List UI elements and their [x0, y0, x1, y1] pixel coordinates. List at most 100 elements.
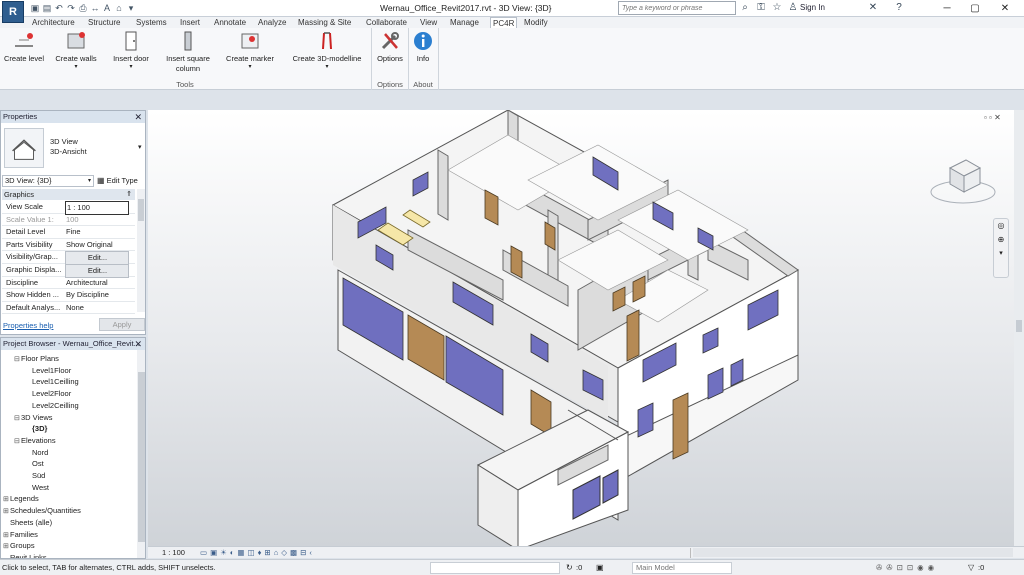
tree-item[interactable]: ⊞Groups: [3, 540, 35, 552]
property-row[interactable]: Visibility/Grap... Edit...: [2, 251, 135, 266]
close-hidden-icon[interactable]: ▾: [126, 3, 136, 13]
tree-toggle-icon[interactable]: ⊞: [3, 530, 10, 541]
binoculars-icon[interactable]: ⌕: [738, 1, 752, 15]
properties-scrollbar[interactable]: [137, 189, 145, 312]
create-3d-modelline-button[interactable]: Create 3D-modelline ▾: [286, 30, 368, 70]
maximize-button[interactable]: ▢: [962, 0, 988, 17]
zoom-icon[interactable]: ⊕: [994, 233, 1008, 247]
main-model-selector[interactable]: Main Model: [632, 562, 732, 574]
property-row[interactable]: Discipline Architectural: [2, 277, 135, 290]
tree-toggle-icon[interactable]: ⊞: [3, 494, 10, 505]
tab-collaborate[interactable]: Collaborate: [364, 17, 409, 28]
subscription-icon[interactable]: ⚿: [754, 1, 768, 15]
edit-type-button[interactable]: ▦ Edit Type: [97, 175, 138, 187]
property-row[interactable]: Scale Value 1: 100: [2, 214, 135, 227]
tree-toggle-icon[interactable]: ⊟: [14, 354, 21, 365]
tab-pc4r[interactable]: PC4R: [490, 17, 518, 28]
tab-annotate[interactable]: Annotate: [212, 17, 248, 28]
options-button[interactable]: Options: [373, 30, 407, 64]
viewport-window-controls[interactable]: ▫ ▫ ✕: [984, 113, 1001, 122]
exchange-apps-icon[interactable]: ✕: [866, 1, 880, 15]
property-row[interactable]: View Scale 1 : 100: [2, 201, 135, 215]
apply-button[interactable]: Apply: [99, 318, 145, 331]
create-walls-button[interactable]: Create walls ▾: [52, 30, 100, 70]
tab-insert[interactable]: Insert: [178, 17, 202, 28]
view-control-icons[interactable]: ▭▣☀◐▦◫♦⊞⌂◇▩⊟‹: [200, 547, 315, 559]
close-window-button[interactable]: ✕: [992, 0, 1018, 17]
open-icon[interactable]: ▣: [30, 3, 40, 13]
minimize-button[interactable]: ─: [934, 0, 960, 17]
application-menu-button[interactable]: R: [2, 1, 24, 23]
tab-manage[interactable]: Manage: [448, 17, 481, 28]
worksets-icon[interactable]: ↻: [566, 560, 573, 575]
nav-menu-icon[interactable]: ▾: [994, 247, 1008, 261]
filter-icon[interactable]: ▽: [968, 560, 974, 575]
horizontal-scrollbar[interactable]: [693, 548, 1013, 557]
property-row[interactable]: Detail Level Fine: [2, 226, 135, 239]
properties-help-link[interactable]: Properties help: [3, 321, 53, 330]
tree-item[interactable]: ⊞Legends: [3, 493, 39, 505]
redo-icon[interactable]: ↷: [66, 3, 76, 13]
help-icon[interactable]: ?: [892, 1, 906, 15]
design-options-icon[interactable]: ▣: [596, 560, 604, 575]
browser-scrollbar[interactable]: [137, 350, 145, 558]
3d-viewport[interactable]: ◎ ⊕ ▾ ▫ ▫ ✕: [148, 110, 1014, 546]
create-marker-button[interactable]: Create marker ▾: [222, 30, 278, 70]
info-button[interactable]: Info: [409, 30, 437, 64]
insert-square-column-button[interactable]: Insert square column: [162, 30, 214, 74]
property-row[interactable]: Parts Visibility Show Original: [2, 239, 135, 252]
tree-item[interactable]: {3D}: [25, 423, 47, 434]
tree-item[interactable]: ⊞Schedules/Quantities: [3, 505, 81, 517]
tree-item[interactable]: Level1Floor: [25, 365, 71, 376]
create-level-button[interactable]: Create level: [2, 30, 46, 64]
tree-item[interactable]: Nord: [25, 447, 48, 458]
property-row[interactable]: Graphic Displa... Edit...: [2, 264, 135, 278]
property-row[interactable]: Show Hidden ... By Discipline: [2, 289, 135, 302]
tree-toggle-icon[interactable]: ⊟: [14, 436, 21, 447]
tab-architecture[interactable]: Architecture: [30, 17, 77, 28]
tree-item[interactable]: West: [25, 482, 49, 493]
instance-selector[interactable]: 3D View: {3D} ▾: [2, 175, 94, 187]
type-selector[interactable]: 3D View 3D-Ansicht ▾: [2, 125, 144, 173]
tree-item[interactable]: Sheets (alle): [3, 517, 52, 528]
tree-item[interactable]: Level1Ceilling: [25, 376, 79, 387]
sign-in-link[interactable]: Sign In: [800, 3, 825, 12]
measure-icon[interactable]: ↔: [90, 3, 100, 13]
tree-item[interactable]: ⊞Families: [3, 529, 38, 541]
user-icon[interactable]: ♙: [786, 1, 800, 15]
text-icon[interactable]: A: [102, 3, 112, 13]
tree-item[interactable]: Süd: [25, 470, 45, 481]
steering-wheel-icon[interactable]: ◎: [994, 219, 1008, 233]
print-icon[interactable]: ⎙: [78, 3, 88, 13]
save-icon[interactable]: ▤: [42, 3, 52, 13]
search-input[interactable]: [618, 1, 736, 15]
tree-toggle-icon[interactable]: ⊞: [3, 541, 10, 552]
tree-item[interactable]: ⊟Floor Plans: [14, 353, 59, 365]
property-row[interactable]: Default Analys... None: [2, 302, 135, 315]
tree-item[interactable]: Ost: [25, 458, 44, 469]
tab-modify[interactable]: Modify: [522, 17, 550, 28]
undo-icon[interactable]: ↶: [54, 3, 64, 13]
tree-item[interactable]: ⊟Elevations: [14, 435, 56, 447]
tab-view[interactable]: View: [418, 17, 439, 28]
tree-item[interactable]: ⊟3D Views: [14, 412, 53, 424]
workset-field[interactable]: [430, 562, 560, 574]
tab-systems[interactable]: Systems: [134, 17, 169, 28]
tab-structure[interactable]: Structure: [86, 17, 122, 28]
viewport-scrollbar[interactable]: [1014, 110, 1024, 546]
close-icon[interactable]: ✕: [134, 338, 142, 350]
tree-toggle-icon[interactable]: ⊟: [14, 413, 21, 424]
insert-door-button[interactable]: Insert door ▾: [108, 30, 154, 70]
tree-item[interactable]: Level2Ceilling: [25, 400, 79, 411]
tree-toggle-icon[interactable]: ⊞: [3, 506, 10, 517]
viewcube[interactable]: [928, 150, 998, 210]
tab-analyze[interactable]: Analyze: [256, 17, 288, 28]
tree-item[interactable]: Level2Floor: [25, 388, 71, 399]
selection-filter-icons[interactable]: ✇✇⊡⊡◉◉: [876, 560, 938, 575]
graphics-group-header[interactable]: Graphics ⇑: [2, 189, 135, 200]
favorites-icon[interactable]: ☆: [770, 1, 784, 15]
tree-item[interactable]: Revit Links: [3, 552, 47, 558]
view-scale-control[interactable]: 1 : 100: [162, 547, 185, 559]
tab-massing-site[interactable]: Massing & Site: [296, 17, 353, 28]
close-icon[interactable]: ✕: [134, 111, 142, 123]
